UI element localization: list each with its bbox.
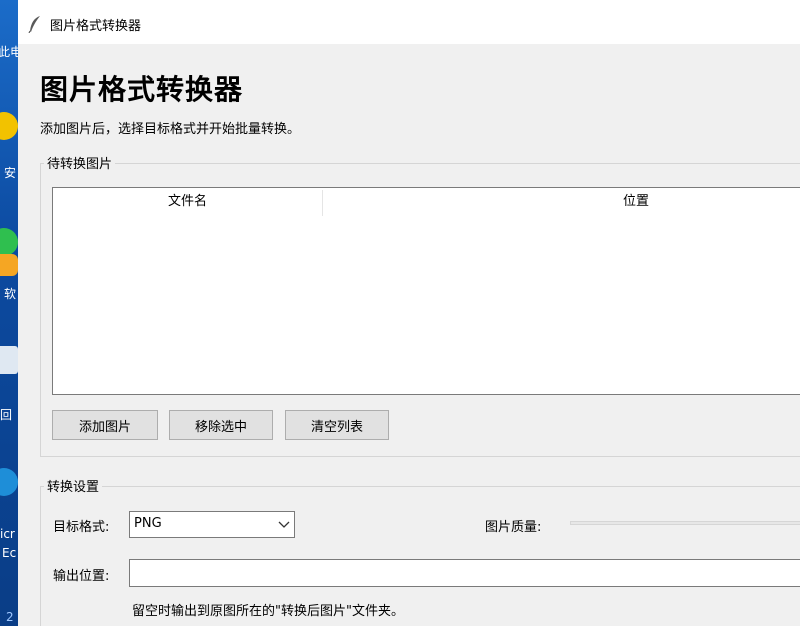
desktop-background: 此电 安 软 回 icr Ec 2 <box>0 0 18 626</box>
column-header-filename[interactable]: 文件名 <box>53 188 322 216</box>
column-header-location[interactable]: 位置 <box>323 188 800 216</box>
target-format-select[interactable]: PNG <box>129 511 295 538</box>
clear-list-button[interactable]: 清空列表 <box>285 410 389 440</box>
output-location-input[interactable] <box>129 559 800 587</box>
desktop-recycle-bin-icon[interactable] <box>0 346 18 374</box>
desktop-software-icon-bottom <box>0 254 18 276</box>
desktop-label-software: 软 <box>4 287 17 301</box>
desktop-label-edge-2: Ec <box>2 546 17 560</box>
desktop-software-icon[interactable] <box>0 228 18 256</box>
image-list[interactable]: 文件名 位置 <box>52 187 800 395</box>
image-quality-slider[interactable] <box>570 521 800 525</box>
desktop-label-this-pc: 此电 <box>0 45 18 59</box>
title-bar[interactable]: 图片格式转换器 <box>18 0 800 44</box>
output-location-label: 输出位置: <box>53 569 110 584</box>
list-header: 文件名 位置 <box>53 188 800 216</box>
add-images-button[interactable]: 添加图片 <box>52 410 158 440</box>
conversion-settings-group-title: 转换设置 <box>44 476 103 495</box>
image-quality-label: 图片质量: <box>485 520 542 535</box>
window-title: 图片格式转换器 <box>50 19 142 34</box>
desktop-label-recycle: 回 <box>0 408 13 422</box>
page-title: 图片格式转换器 <box>40 73 244 106</box>
pending-images-group-title: 待转换图片 <box>44 153 116 172</box>
target-format-label: 目标格式: <box>53 520 110 535</box>
target-format-value: PNG <box>134 516 162 531</box>
desktop-label-edge-1: icr <box>0 527 15 541</box>
page-subtitle: 添加图片后，选择目标格式并开始批量转换。 <box>40 122 301 137</box>
desktop-label-security: 安 <box>4 166 17 180</box>
app-window: 图片格式转换器 图片格式转换器 添加图片后，选择目标格式并开始批量转换。 待转换… <box>18 0 800 626</box>
remove-selected-button[interactable]: 移除选中 <box>169 410 273 440</box>
desktop-label-misc: 2 <box>6 610 14 624</box>
output-location-hint: 留空时输出到原图所在的"转换后图片"文件夹。 <box>132 604 404 619</box>
chevron-down-icon <box>278 521 290 528</box>
desktop-360-security-icon[interactable] <box>0 112 18 140</box>
feather-icon <box>28 16 40 33</box>
desktop-edge-icon[interactable] <box>0 468 18 496</box>
